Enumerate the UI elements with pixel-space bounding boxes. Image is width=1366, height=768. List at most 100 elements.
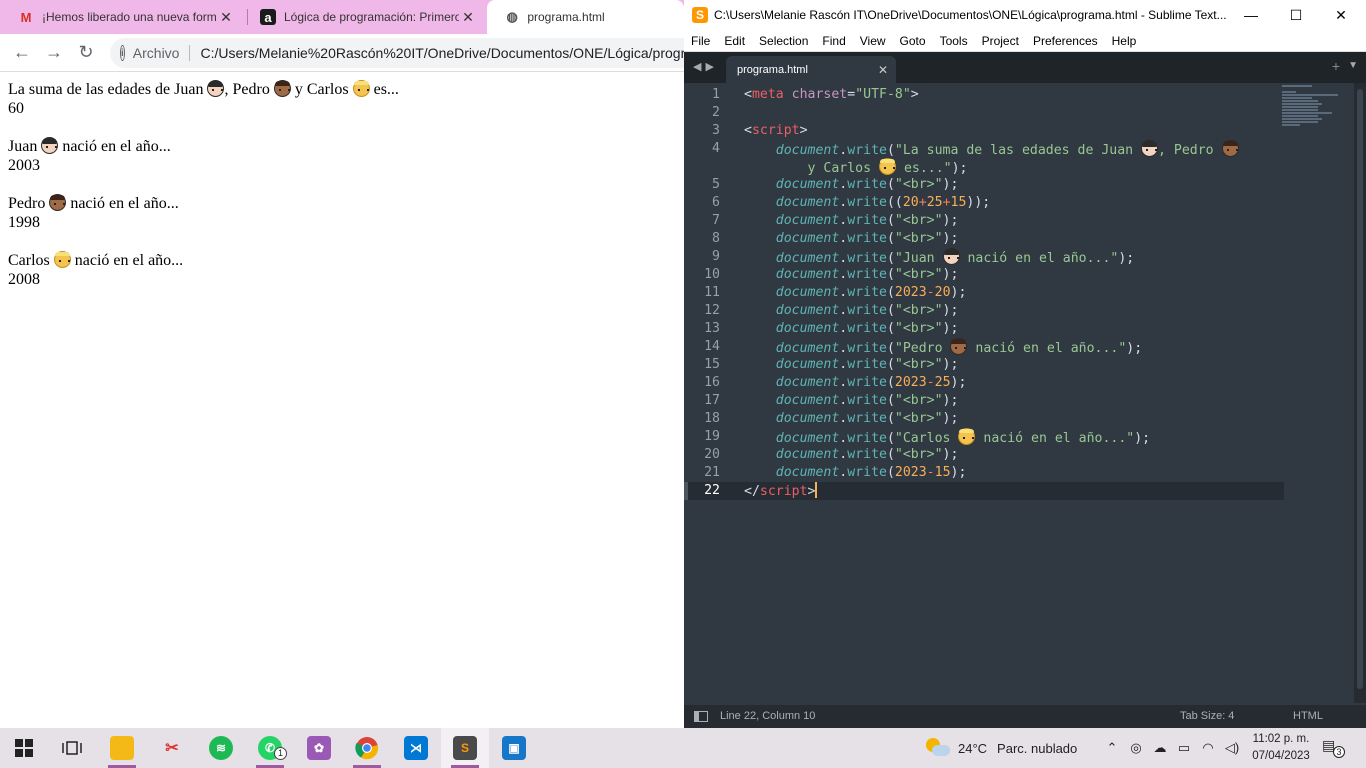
address-url[interactable]: C:/Users/Melanie%20Rascón%20IT/OneDrive/… <box>200 45 684 61</box>
minimap[interactable] <box>1282 85 1344 133</box>
editor-scrollbar[interactable] <box>1354 83 1366 703</box>
start-button[interactable] <box>0 728 48 768</box>
tab-size[interactable]: Tab Size: 4 <box>1180 710 1234 722</box>
code-line: 13 document.write("<br>"); <box>684 320 1284 338</box>
browser-tab-programa[interactable]: ◍ programa.html <box>487 0 684 34</box>
taskbar-paint-app[interactable]: ✿ <box>295 728 343 768</box>
notification-count: 3 <box>1333 746 1345 758</box>
line-number: 7 <box>712 213 720 228</box>
close-window-icon[interactable]: ✕ <box>1318 0 1364 30</box>
vscode-icon: ⋊ <box>404 736 428 760</box>
editor-tab-programa[interactable]: programa.html ✕ <box>726 56 896 83</box>
menu-selection[interactable]: Selection <box>752 34 815 48</box>
wifi-icon[interactable]: ◠ <box>1196 740 1220 756</box>
sublime-titlebar: S C:\Users\Melanie Rascón IT\OneDrive\Do… <box>684 0 1366 30</box>
notification-center-button[interactable]: ▤ 3 <box>1322 737 1345 759</box>
taskbar-snipping-tool[interactable]: ✂ <box>148 728 196 768</box>
tab-menu-chevron-icon[interactable]: ▼ <box>1348 60 1358 71</box>
line-number: 10 <box>704 267 720 282</box>
code-line: 4 document.write("La suma de las edades … <box>684 140 1284 158</box>
taskbar-chrome[interactable] <box>343 728 391 768</box>
menu-help[interactable]: Help <box>1105 34 1144 48</box>
new-tab-icon[interactable]: + <box>1332 58 1340 74</box>
sublime-window: S C:\Users\Melanie Rascón IT\OneDrive\Do… <box>684 0 1366 728</box>
brown-boy-face-emoji-icon <box>49 194 67 211</box>
volume-icon[interactable]: ◁) <box>1220 740 1244 756</box>
status-bar: Line 22, Column 10 Tab Size: 4 HTML <box>684 705 1366 728</box>
code-line-current: 22 </script> <box>684 482 1284 500</box>
close-tab-icon[interactable]: ✕ <box>217 9 235 26</box>
text: y Carlos <box>294 81 349 98</box>
text: es... <box>373 81 399 98</box>
taskbar-spotify[interactable]: ≋ <box>197 728 245 768</box>
menu-edit[interactable]: Edit <box>717 34 752 48</box>
cursor-position: Line 22, Column 10 <box>720 710 816 722</box>
battery-icon[interactable]: ▭ <box>1172 740 1196 756</box>
sidebar-toggle-icon[interactable] <box>694 711 708 722</box>
line-number: 12 <box>704 303 720 318</box>
boy-face-emoji-icon <box>1141 140 1159 157</box>
tab-title: programa.html <box>527 10 605 24</box>
line-number: 13 <box>704 321 720 336</box>
carlos-heading: Carlos nació en el año... <box>8 251 399 270</box>
menu-project[interactable]: Project <box>975 34 1026 48</box>
code-line: 21 document.write(2023-15); <box>684 464 1284 482</box>
task-view-button[interactable] <box>48 728 96 768</box>
system-clock[interactable]: 11:02 p. m. 07/04/2023 <box>1246 731 1316 765</box>
line-number: 9 <box>712 249 720 264</box>
line-number: 8 <box>712 231 720 246</box>
taskbar-whatsapp[interactable]: ✆ 1 <box>246 728 294 768</box>
menu-bar: File Edit Selection Find View Goto Tools… <box>684 30 1366 52</box>
onedrive-cloud-icon[interactable]: ☁ <box>1148 740 1172 756</box>
taskbar-app-blue[interactable]: ▣ <box>490 728 538 768</box>
menu-preferences[interactable]: Preferences <box>1026 34 1105 48</box>
syntax-selector[interactable]: HTML <box>1293 710 1323 722</box>
code-line: 5 document.write("<br>"); <box>684 176 1284 194</box>
menu-view[interactable]: View <box>853 34 893 48</box>
boy-face-emoji-icon <box>41 137 59 154</box>
meet-now-icon[interactable]: ◎ <box>1124 740 1148 756</box>
close-tab-icon[interactable]: ✕ <box>459 9 477 26</box>
code-line: 6 document.write((20+25+15)); <box>684 194 1284 212</box>
menu-goto[interactable]: Goto <box>893 34 933 48</box>
chevron-up-icon[interactable]: ⌃ <box>1100 740 1124 756</box>
address-bar[interactable]: i Archivo C:/Users/Melanie%20Rascón%20IT… <box>110 38 684 68</box>
browser-tab-gmail[interactable]: M ¡Hemos liberado una nueva form ✕ <box>0 0 245 34</box>
taskbar-file-explorer[interactable] <box>98 728 146 768</box>
spotify-icon: ≋ <box>209 736 233 760</box>
page-content: La suma de las edades de Juan , Pedro y … <box>8 80 399 289</box>
line-number: 17 <box>704 393 720 408</box>
line-number: 22 <box>704 483 720 498</box>
maximize-icon[interactable]: ☐ <box>1273 0 1319 30</box>
taskbar-vscode[interactable]: ⋊ <box>392 728 440 768</box>
code-line: 1 <meta charset="UTF-8"> <box>684 86 1284 104</box>
blond-face-emoji-icon <box>53 251 71 268</box>
line-number: 2 <box>712 105 720 120</box>
line-number: 21 <box>704 465 720 480</box>
desktop-app-icon: ▣ <box>502 736 526 760</box>
browser-tab-alura[interactable]: a Lógica de programación: Primero ✕ <box>242 0 487 34</box>
menu-tools[interactable]: Tools <box>933 34 975 48</box>
blond-face-emoji-icon <box>958 428 976 445</box>
brown-boy-face-emoji-icon <box>1221 140 1239 157</box>
code-editor[interactable]: 1 <meta charset="UTF-8"> 2 3 <script> 4 do… <box>684 83 1354 703</box>
juan-year: 2003 <box>8 157 40 174</box>
chrome-icon <box>355 737 379 760</box>
forward-arrow-icon[interactable]: → <box>38 37 70 69</box>
menu-file[interactable]: File <box>684 34 717 48</box>
text: La suma de las edades de Juan <box>8 81 204 98</box>
close-tab-icon[interactable]: ✕ <box>878 63 888 77</box>
info-icon[interactable]: i <box>120 45 125 61</box>
line-number: 18 <box>704 411 720 426</box>
tab-nav-arrows-icon[interactable]: ◀▶ <box>693 60 718 73</box>
minimize-icon[interactable]: — <box>1228 0 1274 30</box>
taskbar-sublime-text[interactable]: S <box>441 728 489 768</box>
text: Pedro <box>8 195 46 212</box>
scrollbar-thumb[interactable] <box>1357 89 1363 689</box>
menu-find[interactable]: Find <box>815 34 852 48</box>
reload-icon[interactable]: ↻ <box>70 37 102 69</box>
weather-widget[interactable]: 24°C Parc. nublado <box>926 728 1077 768</box>
back-arrow-icon[interactable]: ← <box>6 37 38 69</box>
scissors-icon: ✂ <box>165 740 179 757</box>
sum-heading: La suma de las edades de Juan , Pedro y … <box>8 80 399 99</box>
